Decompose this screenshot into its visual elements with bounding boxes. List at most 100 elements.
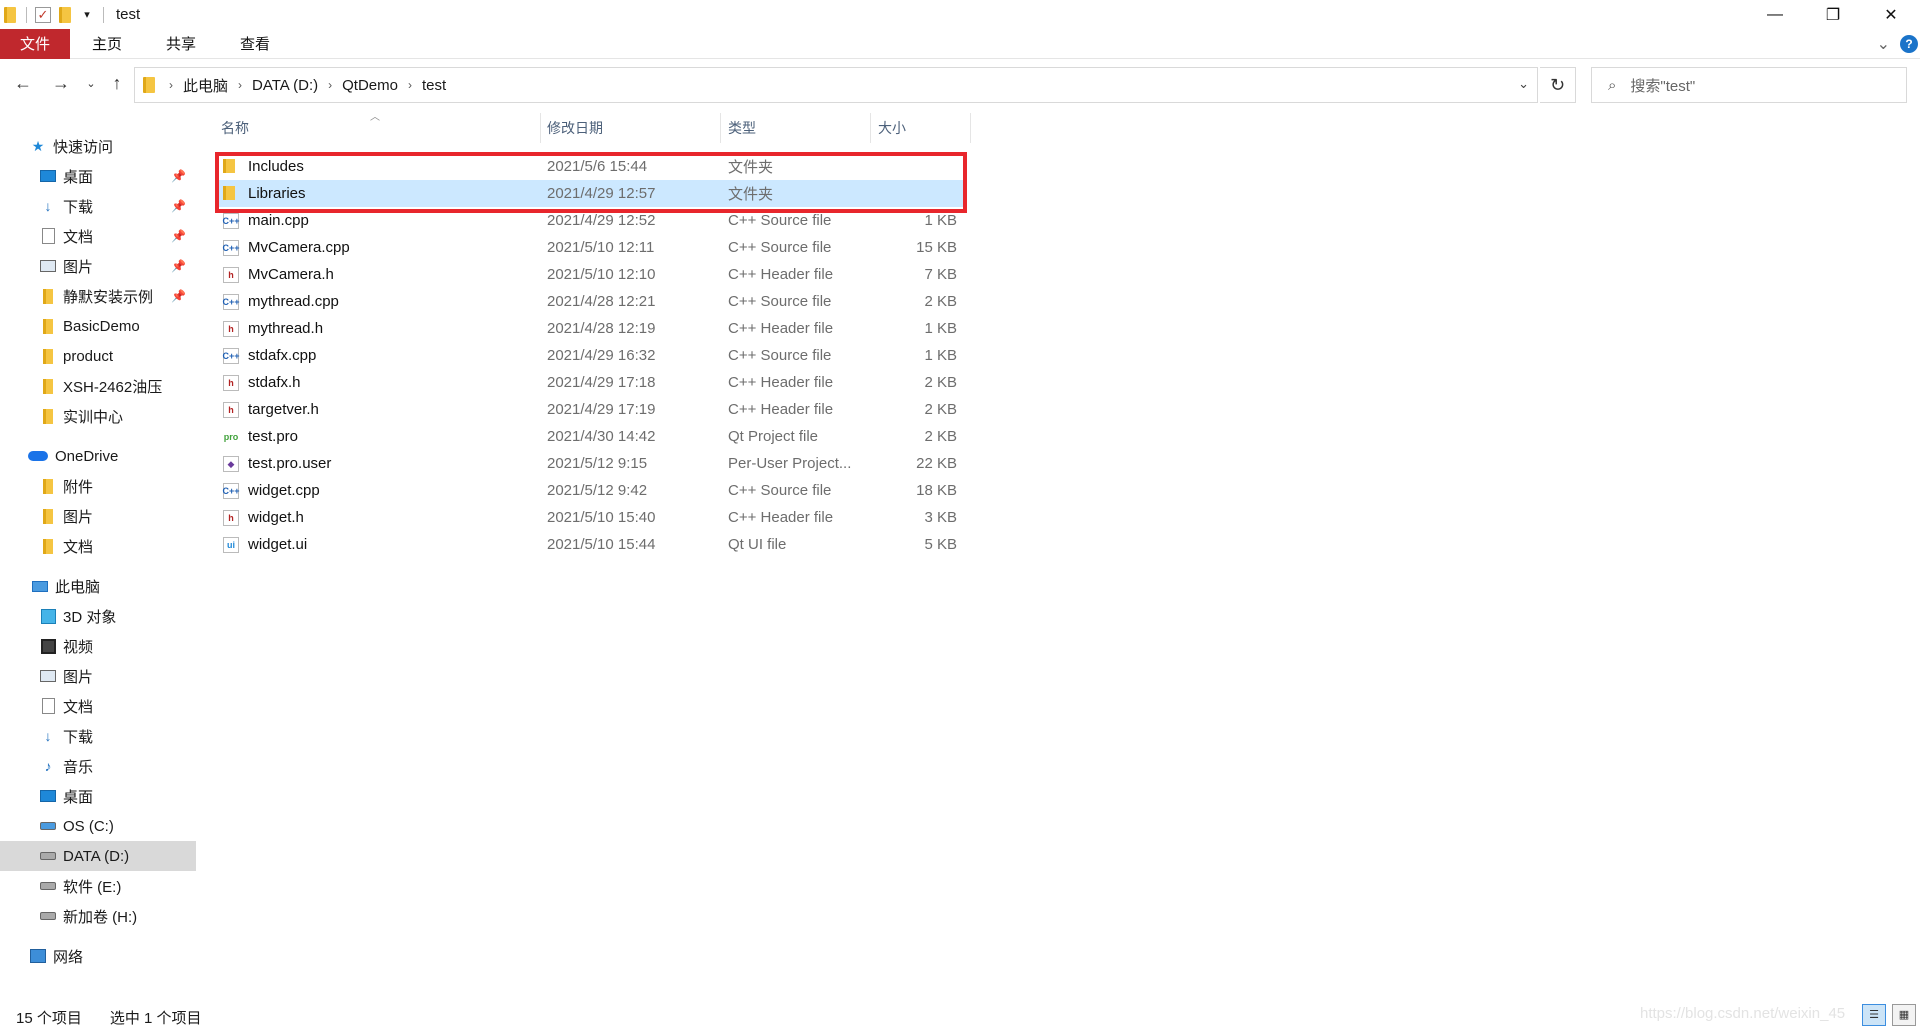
properties-icon[interactable]: ✓ — [35, 6, 51, 23]
address-bar[interactable]: › 此电脑 › DATA (D:) › QtDemo › test ⌄ — [134, 67, 1538, 103]
breadcrumb-this-pc[interactable]: 此电脑 — [183, 75, 228, 96]
chevron-down-icon[interactable]: ⌄ — [1518, 76, 1529, 92]
chevron-right-icon[interactable]: › — [408, 78, 412, 92]
navigation-pane: ★ 快速访问 桌面 📌 ↓ 下载 📌 文档 📌 图片 📌 静默安装示例 📌 Ba… — [0, 128, 196, 988]
nav-item-od-documents[interactable]: 文档 — [0, 531, 196, 561]
file-row-widget-cpp[interactable]: C++ widget.cpp 2021/5/12 9:42 C++ Source… — [217, 477, 963, 504]
recent-locations-icon[interactable]: ⌄ — [80, 77, 102, 90]
customize-dropdown-icon[interactable]: ▾ — [79, 7, 95, 23]
nav-item-pc-pictures[interactable]: 图片 — [0, 661, 196, 691]
file-row-includes[interactable]: Includes 2021/5/6 15:44 文件夹 — [217, 153, 963, 180]
large-icons-view-icon[interactable]: ▦ — [1892, 1004, 1916, 1026]
nav-label: 3D 对象 — [63, 608, 117, 626]
new-folder-icon[interactable] — [57, 6, 73, 23]
file-row-mythread-h[interactable]: h mythread.h 2021/4/28 12:19 C++ Header … — [217, 315, 963, 342]
help-icon[interactable]: ? — [1900, 35, 1918, 53]
minimize-button[interactable]: — — [1746, 0, 1804, 29]
column-divider[interactable] — [540, 113, 541, 143]
nav-item-desktop[interactable]: 桌面 📌 — [0, 161, 196, 191]
nav-item-downloads[interactable]: ↓ 下载 📌 — [0, 191, 196, 221]
file-size: 5 KB — [924, 536, 957, 553]
forward-arrow-icon[interactable]: → — [50, 73, 72, 94]
nav-item-drive-c[interactable]: OS (C:) — [0, 811, 196, 841]
nav-item-silent-install[interactable]: 静默安装示例 📌 — [0, 281, 196, 311]
pin-icon[interactable]: 📌 — [171, 199, 186, 213]
nav-item-pc-downloads[interactable]: ↓ 下载 — [0, 721, 196, 751]
up-arrow-icon[interactable]: ↑ — [106, 73, 128, 94]
file-row-stdafx-cpp[interactable]: C++ stdafx.cpp 2021/4/29 16:32 C++ Sourc… — [217, 342, 963, 369]
nav-network[interactable]: 网络 — [0, 941, 196, 971]
details-view-icon[interactable]: ☰ — [1862, 1004, 1886, 1026]
file-row-stdafx-h[interactable]: h stdafx.h 2021/4/29 17:18 C++ Header fi… — [217, 369, 963, 396]
drive-icon — [40, 848, 56, 864]
chevron-right-icon[interactable]: › — [238, 78, 242, 92]
expand-ribbon-icon[interactable]: ⌄ — [1877, 34, 1890, 54]
pin-icon[interactable]: 📌 — [171, 259, 186, 273]
nav-item-music[interactable]: ♪ 音乐 — [0, 751, 196, 781]
nav-item-drive-h[interactable]: 新加卷 (H:) — [0, 901, 196, 931]
nav-label: OneDrive — [55, 447, 119, 465]
nav-item-drive-e[interactable]: 软件 (E:) — [0, 871, 196, 901]
column-header-size[interactable]: 大小 — [878, 113, 906, 143]
nav-item-pc-documents[interactable]: 文档 — [0, 691, 196, 721]
file-size: 2 KB — [924, 428, 957, 445]
nav-item-pc-desktop[interactable]: 桌面 — [0, 781, 196, 811]
file-row-mythread-cpp[interactable]: C++ mythread.cpp 2021/4/28 12:21 C++ Sou… — [217, 288, 963, 315]
nav-item-basicdemo[interactable]: BasicDemo — [0, 311, 196, 341]
nav-item-videos[interactable]: 视频 — [0, 631, 196, 661]
file-row-test-pro-user[interactable]: ◆ test.pro.user 2021/5/12 9:15 Per-User … — [217, 450, 963, 477]
column-header-date[interactable]: 修改日期 — [547, 113, 603, 143]
tab-share[interactable]: 共享 — [144, 29, 218, 59]
file-row-targetver-h[interactable]: h targetver.h 2021/4/29 17:19 C++ Header… — [217, 396, 963, 423]
nav-quick-access[interactable]: ★ 快速访问 — [0, 131, 196, 161]
maximize-button[interactable]: ❐ — [1804, 0, 1862, 29]
chevron-right-icon[interactable]: › — [328, 78, 332, 92]
column-header-type[interactable]: 类型 — [728, 113, 756, 143]
nav-item-training[interactable]: 实训中心 — [0, 401, 196, 431]
file-row-mvcamera-cpp[interactable]: C++ MvCamera.cpp 2021/5/10 12:11 C++ Sou… — [217, 234, 963, 261]
file-row-main-cpp[interactable]: C++ main.cpp 2021/4/29 12:52 C++ Source … — [217, 207, 963, 234]
file-row-mvcamera-h[interactable]: h MvCamera.h 2021/5/10 12:10 C++ Header … — [217, 261, 963, 288]
file-row-libraries[interactable]: Libraries 2021/4/29 12:57 文件夹 — [217, 180, 963, 207]
folder-icon — [40, 318, 56, 334]
back-arrow-icon[interactable]: ← — [12, 73, 34, 94]
nav-onedrive[interactable]: OneDrive — [0, 441, 196, 471]
search-input[interactable]: ⌕ 搜索"test" — [1591, 67, 1907, 103]
column-divider[interactable] — [720, 113, 721, 143]
nav-item-attachments[interactable]: 附件 — [0, 471, 196, 501]
breadcrumb-test[interactable]: test — [422, 77, 446, 94]
column-divider[interactable] — [870, 113, 871, 143]
nav-item-product[interactable]: product — [0, 341, 196, 371]
nav-label: 视频 — [63, 638, 94, 656]
nav-item-drive-d[interactable]: DATA (D:) — [0, 841, 196, 871]
nav-item-3d-objects[interactable]: 3D 对象 — [0, 601, 196, 631]
column-divider[interactable] — [970, 113, 971, 143]
breadcrumb-data-d[interactable]: DATA (D:) — [252, 77, 318, 94]
nav-item-documents[interactable]: 文档 📌 — [0, 221, 196, 251]
nav-item-pictures[interactable]: 图片 📌 — [0, 251, 196, 281]
file-date: 2021/5/12 9:15 — [547, 455, 648, 472]
file-row-test-pro[interactable]: pro test.pro 2021/4/30 14:42 Qt Project … — [217, 423, 963, 450]
column-header-name[interactable]: 名称 — [221, 113, 249, 143]
chevron-right-icon[interactable]: › — [169, 78, 173, 92]
breadcrumb-qtdemo[interactable]: QtDemo — [342, 77, 398, 94]
cpp-file-icon: C++ — [223, 483, 240, 499]
file-row-widget-h[interactable]: h widget.h 2021/5/10 15:40 C++ Header fi… — [217, 504, 963, 531]
refresh-button[interactable]: ↻ — [1540, 67, 1576, 103]
nav-this-pc[interactable]: 此电脑 — [0, 571, 196, 601]
nav-item-od-pictures[interactable]: 图片 — [0, 501, 196, 531]
tab-home[interactable]: 主页 — [70, 29, 144, 59]
tab-file[interactable]: 文件 — [0, 28, 70, 59]
file-type: C++ Source file — [728, 293, 832, 310]
pin-icon[interactable]: 📌 — [171, 169, 186, 183]
nav-item-xsh[interactable]: XSH-2462油压 — [0, 371, 196, 401]
desktop-icon — [40, 168, 56, 184]
pin-icon[interactable]: 📌 — [171, 289, 186, 303]
tab-view[interactable]: 查看 — [218, 29, 292, 59]
close-button[interactable]: ✕ — [1862, 0, 1920, 29]
file-date: 2021/5/10 15:40 — [547, 509, 656, 526]
pin-icon[interactable]: 📌 — [171, 229, 186, 243]
cpp-file-icon: C++ — [223, 213, 240, 229]
file-row-widget-ui[interactable]: ui widget.ui 2021/5/10 15:44 Qt UI file … — [217, 531, 963, 558]
document-icon — [40, 228, 56, 244]
